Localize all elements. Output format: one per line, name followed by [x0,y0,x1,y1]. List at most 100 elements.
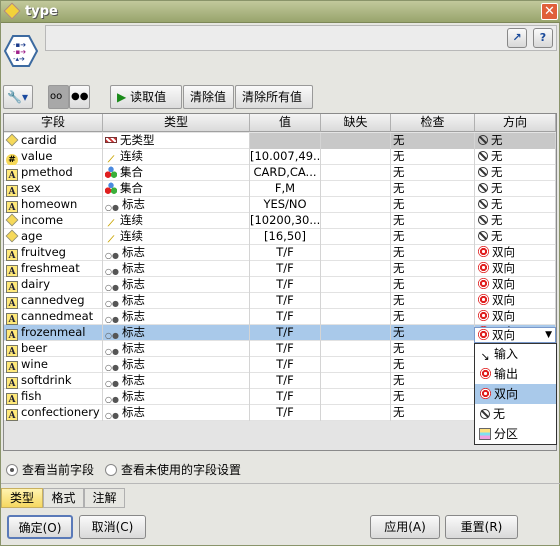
direction-cell[interactable]: 无 [475,213,556,229]
check-cell[interactable]: 无 [391,357,475,373]
check-cell[interactable]: 无 [391,245,475,261]
missing-cell[interactable] [321,309,391,325]
type-cell[interactable]: ○● 标志 [103,293,250,309]
type-cell[interactable]: ⟋ 连续 [103,229,250,245]
direction-cell[interactable]: 无 [475,229,556,245]
type-cell[interactable]: ⟋ 连续 [103,149,250,165]
values-cell[interactable] [250,133,321,149]
cancel-button[interactable]: 取消(C) [79,515,146,539]
check-cell[interactable]: 无 [391,261,475,277]
direction-cell[interactable]: 无 [475,197,556,213]
check-cell[interactable]: 无 [391,293,475,309]
type-cell[interactable]: ○● 标志 [103,357,250,373]
check-cell[interactable]: 无 [391,309,475,325]
view-unused-fields-radio[interactable]: 查看未使用的字段设置 [105,461,241,478]
missing-cell[interactable] [321,181,391,197]
type-cell[interactable]: ○● 标志 [103,261,250,277]
type-cell[interactable]: 无类型 [103,133,250,149]
check-cell[interactable]: 无 [391,389,475,405]
column-header[interactable]: 值 [250,114,321,132]
check-cell[interactable]: 无 [391,341,475,357]
missing-cell[interactable] [321,293,391,309]
check-cell[interactable]: 无 [391,181,475,197]
table-row[interactable]: Adairy ○● 标志 T/F 无双向 [4,277,556,293]
check-cell[interactable]: 无 [391,405,475,421]
type-cell[interactable]: 集合 [103,181,250,197]
check-cell[interactable]: 无 [391,165,475,181]
values-cell[interactable]: T/F [250,261,321,277]
dropdown-option[interactable]: ↘ 输入 [475,344,556,364]
dropdown-option[interactable]: 双向 [475,384,556,404]
values-cell[interactable]: [16,50] [250,229,321,245]
clear-all-values-button[interactable]: 清除所有值 [235,85,313,109]
dropdown-option[interactable]: 输出 [475,364,556,384]
reset-button[interactable]: 重置(R) [445,515,518,539]
table-row[interactable]: Afreshmeat ○● 标志 T/F 无双向 [4,261,556,277]
missing-cell[interactable] [321,405,391,421]
missing-cell[interactable] [321,133,391,149]
annotation-field[interactable] [45,25,557,51]
close-icon[interactable]: ✕ [541,3,558,20]
type-cell[interactable]: ○● 标志 [103,373,250,389]
type-cell[interactable]: ○● 标志 [103,389,250,405]
values-cell[interactable]: T/F [250,389,321,405]
type-cell[interactable]: ○● 标志 [103,309,250,325]
missing-cell[interactable] [321,325,391,341]
values-cell[interactable]: [10200,30... [250,213,321,229]
missing-cell[interactable] [321,373,391,389]
table-row[interactable]: Acannedveg ○● 标志 T/F 无双向 [4,293,556,309]
check-cell[interactable]: 无 [391,213,475,229]
direction-cell[interactable]: 双向 [475,309,556,325]
type-cell[interactable]: ○● 标志 [103,325,250,341]
check-cell[interactable]: 无 [391,229,475,245]
missing-cell[interactable] [321,261,391,277]
table-row[interactable]: Afruitveg ○● 标志 T/F 无双向 [4,245,556,261]
direction-cell[interactable]: 双向 [475,277,556,293]
direction-cell[interactable]: 无 [475,133,556,149]
tools-menu-button[interactable]: 🔧▾ [3,85,33,109]
read-values-button[interactable]: ▶ 读取值 [110,85,182,109]
type-cell[interactable]: ○● 标志 [103,277,250,293]
type-cell[interactable]: 集合 [103,165,250,181]
direction-cell[interactable]: 无 [475,165,556,181]
values-cell[interactable]: YES/NO [250,197,321,213]
column-header[interactable]: 方向 [475,114,556,132]
missing-cell[interactable] [321,389,391,405]
apply-button[interactable]: 应用(A) [370,515,440,539]
missing-cell[interactable] [321,277,391,293]
ok-button[interactable]: 确定(O) [7,515,73,539]
check-cell[interactable]: 无 [391,149,475,165]
check-cell[interactable]: 无 [391,373,475,389]
type-cell[interactable]: ○● 标志 [103,245,250,261]
direction-cell[interactable]: 无 [475,149,556,165]
values-cell[interactable]: T/F [250,309,321,325]
check-cell[interactable]: 无 [391,277,475,293]
values-cell[interactable]: [10.007,49... [250,149,321,165]
values-cell[interactable]: T/F [250,405,321,421]
column-header[interactable]: 缺失 [321,114,391,132]
table-row[interactable]: cardid 无类型 无无 [4,133,556,149]
hide-glasses-icon[interactable]: ●● [69,85,90,109]
clear-values-button[interactable]: 清除值 [183,85,234,109]
missing-cell[interactable] [321,213,391,229]
values-cell[interactable]: T/F [250,325,321,341]
values-cell[interactable]: T/F [250,357,321,373]
column-header[interactable]: 字段 [4,114,103,132]
missing-cell[interactable] [321,197,391,213]
tab-annotation[interactable]: 注解 [84,488,125,508]
missing-cell[interactable] [321,149,391,165]
values-cell[interactable]: T/F [250,277,321,293]
column-header[interactable]: 类型 [103,114,250,132]
direction-cell[interactable]: 双向 [475,293,556,309]
direction-cell[interactable]: 双向 [475,261,556,277]
direction-cell[interactable]: 无 [475,181,556,197]
tab-format[interactable]: 格式 [43,488,84,508]
type-cell[interactable]: ○● 标志 [103,405,250,421]
help-icon[interactable]: ? [533,28,553,48]
values-cell[interactable]: T/F [250,293,321,309]
type-cell[interactable]: ○● 标志 [103,341,250,357]
missing-cell[interactable] [321,357,391,373]
direction-cell[interactable]: 双向 [475,245,556,261]
expand-icon[interactable]: ↗ [507,28,527,48]
table-row[interactable]: Ahomeown ○● 标志 YES/NO 无无 [4,197,556,213]
